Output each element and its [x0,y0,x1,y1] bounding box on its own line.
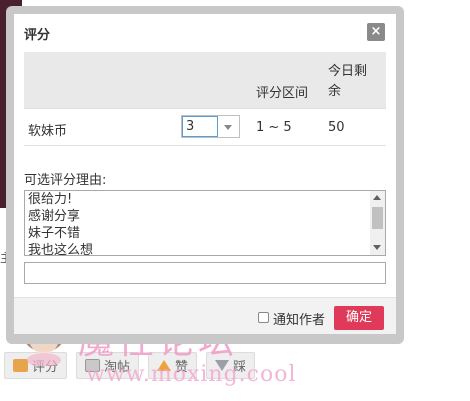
dialog-footer: 通知作者 确定 [14,297,396,334]
reason-option[interactable]: 妹子不错 [25,225,385,242]
notify-author-checkbox[interactable] [258,312,269,323]
column-header-range: 评分区间 [256,86,309,101]
currency-name: 软妹币 [28,124,68,139]
close-icon[interactable]: × [367,23,385,41]
reason-option[interactable]: 感谢分享 [25,208,385,225]
dialog-title: 评分 [24,28,51,43]
column-header-remaining: 今日剩余 [328,64,368,99]
scroll-up-icon[interactable] [373,195,381,200]
reason-label: 可选评分理由: [24,173,107,188]
scroll-thumb[interactable] [372,207,383,229]
notify-author-label[interactable]: 通知作者 [273,309,325,328]
reason-text-input[interactable] [24,262,386,284]
score-range: 1 ~ 5 [256,120,292,135]
reason-list[interactable]: 很给力! 感谢分享 妹子不错 我也这么想 [24,190,386,256]
reason-option[interactable]: 我也这么想 [25,242,385,255]
reason-option[interactable]: 很给力! [25,191,385,208]
rating-dialog: 评分 × 评分区间 今日剩余 软妹币 3 1 ~ 5 50 可选评分理由: 很给… [14,14,396,334]
row-divider [24,108,386,109]
score-select[interactable]: 3 [181,115,240,138]
rating-table-header: 评分区间 今日剩余 [24,52,386,108]
confirm-button[interactable]: 确定 [334,306,384,330]
reason-list-scrollbar[interactable] [370,191,385,255]
scroll-down-icon[interactable] [373,245,381,250]
remaining-today: 50 [328,120,345,135]
watermark-url: www.moxing.cool [86,362,297,387]
chevron-down-icon[interactable] [224,125,232,130]
row-divider [24,145,386,146]
score-input[interactable]: 3 [182,116,218,137]
dialog-header: 评分 × [14,14,396,50]
